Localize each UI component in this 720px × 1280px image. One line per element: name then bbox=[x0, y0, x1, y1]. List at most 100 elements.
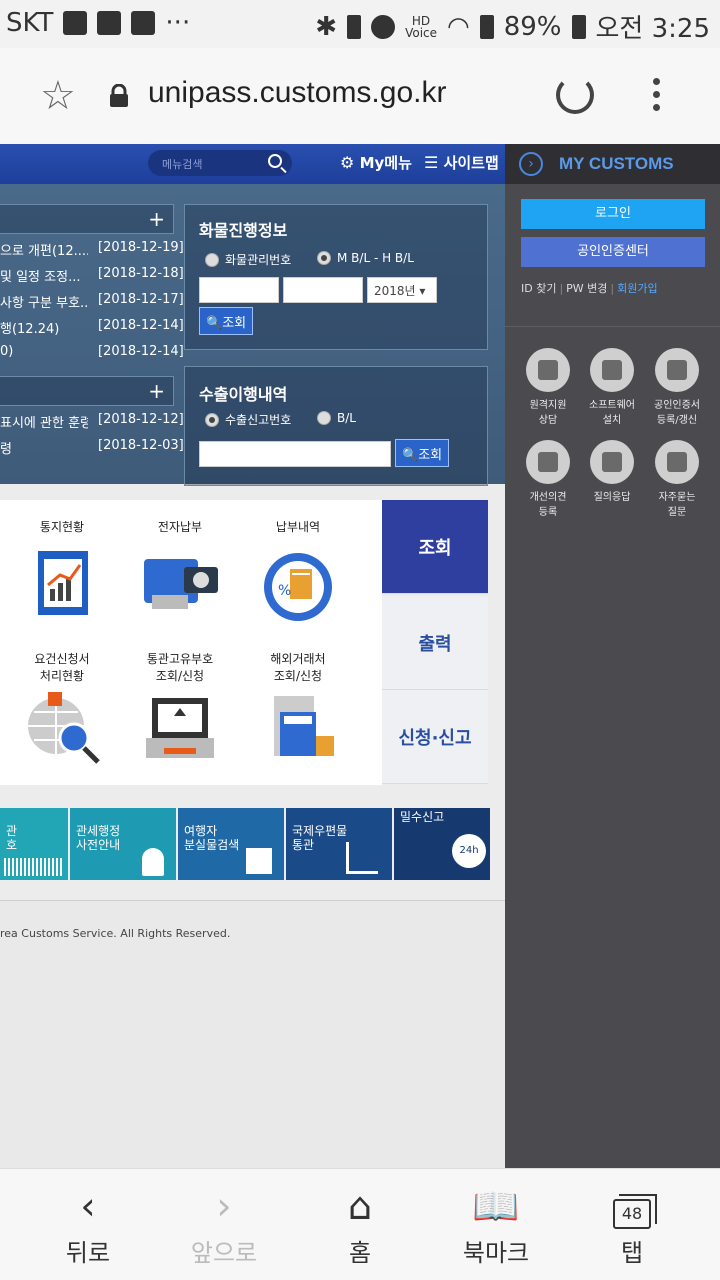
certificate-icon bbox=[655, 348, 699, 392]
cert-center-button[interactable]: 공인인증센터 bbox=[521, 237, 705, 267]
notice-row[interactable]: 사항 구분 부호... [2018-12-17] bbox=[0, 292, 184, 312]
notice-row[interactable]: 및 일정 조정... [2018-12-18] bbox=[0, 266, 184, 286]
notice-panel-2: + bbox=[0, 376, 174, 406]
box-icon bbox=[246, 848, 272, 874]
sitemap-label: 사이트맵 bbox=[443, 154, 499, 172]
quick-link-label: 여행자 분실물검색 bbox=[184, 824, 240, 852]
icon-label: 소프트웨어 설치 bbox=[589, 400, 635, 426]
globe-magnifier-icon bbox=[20, 688, 104, 772]
notice-row[interactable]: 표시에 관한 훈령 [2018-12-12] bbox=[0, 412, 184, 432]
notice-title: 령 bbox=[0, 442, 12, 457]
notice-date: [2018-12-17] bbox=[98, 292, 184, 307]
export-radio-bl[interactable]: B/L bbox=[317, 411, 356, 425]
notice-row[interactable]: 0) [2018-12-14] bbox=[0, 344, 184, 364]
pw-change-link[interactable]: PW 변경 bbox=[566, 282, 607, 295]
service-requirement-status[interactable]: 요건신청서 처리현황 bbox=[2, 650, 122, 772]
quick-link-intl-mail[interactable]: 국제우편물 통관 bbox=[286, 808, 392, 880]
url-field[interactable]: unipass.customs.go.kr bbox=[148, 76, 446, 110]
my-customs-title: MY CUSTOMS bbox=[559, 154, 674, 173]
quick-link-smuggling-report[interactable]: 밀수신고 24h bbox=[394, 808, 490, 880]
service-customs-code[interactable]: 통관고유부호 조회/신청 bbox=[120, 650, 240, 772]
speech-bubble-icon bbox=[655, 440, 699, 484]
address-bar: ☆ unipass.customs.go.kr bbox=[0, 48, 720, 144]
percent-document-icon: % bbox=[256, 545, 340, 629]
notice-title: 으로 개편(12.... bbox=[0, 244, 88, 259]
home-button[interactable]: ⌂ 홈 bbox=[300, 1181, 420, 1268]
signup-link[interactable]: 회원가입 bbox=[617, 282, 657, 295]
login-button[interactable]: 로그인 bbox=[521, 199, 705, 229]
year-select[interactable]: 2018년 ▾ bbox=[367, 277, 437, 303]
service-notice-status[interactable]: 통지현황 bbox=[2, 518, 122, 629]
notice-row[interactable]: 행(12.24) [2018-12-14] bbox=[0, 318, 184, 338]
my-customs-panel: › MY CUSTOMS 로그인 공인인증센터 ID 찾기 | PW 변경 | 회원가입… bbox=[505, 144, 720, 1168]
faq-button[interactable]: 자주묻는 질문 bbox=[646, 440, 708, 520]
bookmark-star-icon[interactable]: ☆ bbox=[40, 76, 76, 116]
tab-apply[interactable]: 신청·신고 bbox=[382, 690, 488, 784]
software-install-button[interactable]: 소프트웨어 설치 bbox=[581, 348, 643, 428]
search-icon[interactable] bbox=[268, 154, 282, 168]
remote-support-button[interactable]: 원격지원 상담 bbox=[517, 348, 579, 428]
export-search-button[interactable]: 🔍조회 bbox=[395, 439, 450, 467]
tab-label: 신청·신고 bbox=[398, 727, 472, 749]
service-payment-history[interactable]: 납부내역 % bbox=[238, 518, 358, 629]
service-label: 납부내역 bbox=[275, 520, 321, 534]
feedback-button[interactable]: 개선의견 등록 bbox=[517, 440, 579, 520]
cargo-radio-mgmt[interactable]: 화물관리번호 bbox=[205, 251, 291, 268]
forward-button[interactable]: › 앞으로 bbox=[164, 1181, 284, 1268]
mymenu-label: My메뉴 bbox=[359, 154, 412, 172]
quick-link-label: 관 호 bbox=[6, 824, 18, 852]
signal-icon bbox=[479, 14, 494, 39]
tab-inquiry[interactable]: 조회 bbox=[382, 500, 488, 594]
service-overseas-partner[interactable]: 해외거래처 조회/신청 bbox=[238, 650, 358, 772]
separator: | bbox=[610, 282, 615, 295]
certificate-register-button[interactable]: 공인인증서 등록/갱신 bbox=[646, 348, 708, 428]
tab-print[interactable]: 출력 bbox=[382, 596, 488, 690]
cargo-input-1[interactable] bbox=[199, 277, 279, 303]
software-box-icon bbox=[590, 348, 634, 392]
service-e-payment[interactable]: 전자납부 bbox=[120, 518, 240, 629]
bookmarks-button[interactable]: 📖 북마크 bbox=[436, 1181, 556, 1268]
reload-icon[interactable] bbox=[556, 76, 594, 114]
app-notification-icon bbox=[97, 11, 122, 35]
home-icon: ⌂ bbox=[347, 1184, 373, 1228]
phone-24h-icon: 24h bbox=[452, 834, 486, 868]
quick-link-barcode[interactable]: 관 호 bbox=[0, 808, 68, 880]
cargo-search-button[interactable]: 🔍조회 bbox=[199, 307, 254, 335]
export-input[interactable] bbox=[199, 441, 391, 467]
more-menu-icon[interactable] bbox=[650, 78, 662, 118]
quick-link-customs-guide[interactable]: 관세행정 사전안내 bbox=[70, 808, 176, 880]
back-button[interactable]: ‹ 뒤로 bbox=[28, 1181, 148, 1268]
cargo-title: 화물진행정보 bbox=[199, 221, 288, 240]
sitemap-link[interactable]: ☰ 사이트맵 bbox=[424, 152, 499, 173]
menu-search-input[interactable]: 메뉴검색 bbox=[148, 150, 292, 176]
icon-label: 공인인증서 등록/갱신 bbox=[654, 400, 700, 426]
browser-bottom-nav: ‹ 뒤로 › 앞으로 ⌂ 홈 📖 북마크 48 탭 bbox=[0, 1168, 720, 1280]
chevron-right-icon[interactable]: › bbox=[519, 152, 543, 176]
notice-title: 표시에 관한 훈령 bbox=[0, 416, 88, 431]
more-plus-icon[interactable]: + bbox=[148, 207, 165, 231]
tab-label: 출력 bbox=[418, 633, 452, 655]
forward-label: 앞으로 bbox=[190, 1239, 258, 1267]
notice-row[interactable]: 령 [2018-12-03] bbox=[0, 438, 184, 458]
barcode-icon bbox=[4, 858, 62, 876]
quick-link-lost-items[interactable]: 여행자 분실물검색 bbox=[178, 808, 284, 880]
cargo-radio-bl[interactable]: M B/L - H B/L bbox=[317, 251, 414, 265]
icon-label: 자주묻는 질문 bbox=[658, 492, 696, 518]
hand-truck-icon bbox=[346, 842, 378, 874]
chevron-right-icon: › bbox=[216, 1184, 232, 1228]
cargo-panel: 화물진행정보 화물관리번호 M B/L - H B/L 2018년 ▾ 🔍조회 bbox=[184, 204, 488, 350]
id-machine-icon bbox=[138, 688, 222, 772]
notice-row[interactable]: 으로 개편(12.... [2018-12-19] bbox=[0, 240, 184, 260]
quick-link-label: 밀수신고 bbox=[400, 810, 445, 824]
back-label: 뒤로 bbox=[65, 1239, 111, 1267]
mymenu-link[interactable]: ⚙ My메뉴 bbox=[340, 152, 412, 173]
export-radio-declaration[interactable]: 수출신고번호 bbox=[205, 411, 291, 428]
cargo-input-2[interactable] bbox=[283, 277, 363, 303]
chat-check-icon bbox=[526, 440, 570, 484]
qa-button[interactable]: 질의응답 bbox=[581, 440, 643, 505]
quick-link-label: 국제우편물 통관 bbox=[292, 824, 348, 852]
find-id-link[interactable]: ID 찾기 bbox=[521, 282, 556, 295]
tabs-button[interactable]: 48 탭 bbox=[572, 1181, 692, 1268]
more-plus-icon[interactable]: + bbox=[148, 379, 165, 403]
service-label: 요건신청서 처리현황 bbox=[34, 652, 90, 683]
